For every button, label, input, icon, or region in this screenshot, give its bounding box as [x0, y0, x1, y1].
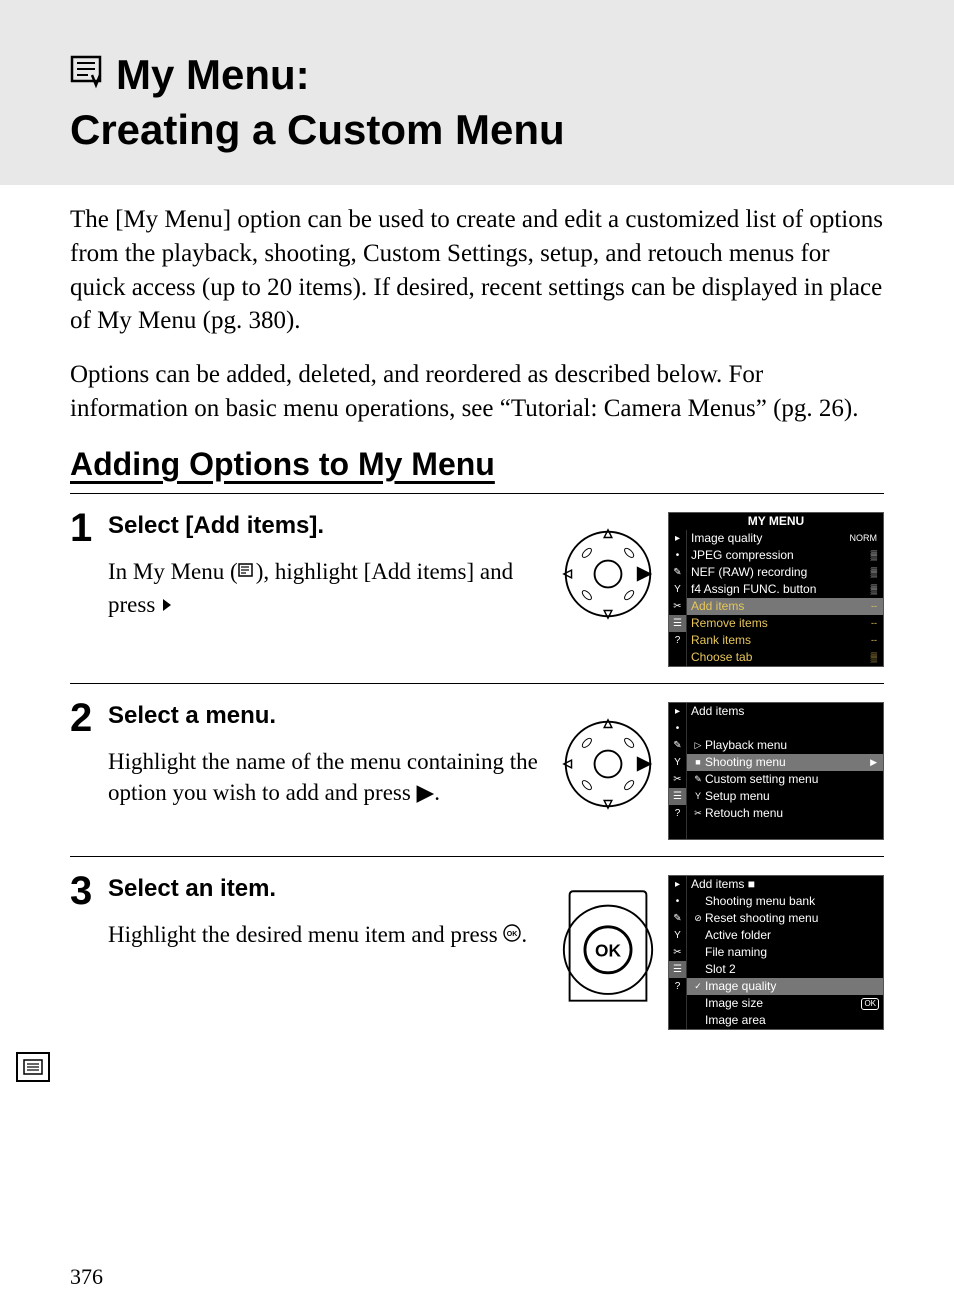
menu-row: f4 Assign FUNC. button▒: [687, 581, 883, 598]
step-title: Select [Add items].: [108, 512, 550, 540]
svg-text:OK: OK: [507, 931, 518, 938]
menu-row: [687, 720, 883, 737]
menu-row: ✂Retouch menu: [687, 805, 883, 822]
my-menu-small-icon: [238, 556, 256, 587]
menu-row: Image area: [687, 1012, 883, 1029]
menu-row: File naming: [687, 944, 883, 961]
menu-row: ✎Custom setting menu: [687, 771, 883, 788]
step-description: Highlight the desired menu item and pres…: [108, 919, 550, 952]
title-line2: Creating a Custom Menu: [70, 106, 565, 153]
menu-row-selected: ■Shooting menu▶: [687, 754, 883, 771]
menu-row: [687, 822, 883, 839]
step-1: 1 Select [Add items]. In My Menu (), hig…: [70, 493, 884, 684]
screen-header: MY MENU: [669, 513, 883, 531]
menu-row: ⊘Reset shooting menu: [687, 910, 883, 927]
menu-row: Remove items--: [687, 615, 883, 632]
step-3: 3 Select an item. Highlight the desired …: [70, 856, 884, 1046]
steps-list: 1 Select [Add items]. In My Menu (), hig…: [70, 493, 884, 1047]
intro-paragraph-1: The [My Menu] option can be used to crea…: [70, 203, 884, 338]
menu-row: Image sizeOK: [687, 995, 883, 1012]
ok-button-icon: OK: [560, 885, 656, 1005]
step-number: 1: [70, 508, 108, 548]
menu-row-selected: Add items--: [687, 598, 883, 615]
menu-row: Active folder: [687, 927, 883, 944]
my-menu-icon: [70, 50, 108, 105]
menu-row: NEF (RAW) recording▒: [687, 564, 883, 581]
step-title: Select a menu.: [108, 702, 550, 730]
camera-screen-3: ▸•✎Y✂☰? Add items ■ Shooting menu bank ⊘…: [668, 875, 884, 1030]
section-heading: Adding Options to My Menu: [70, 446, 884, 483]
screen-header: Add items ■: [687, 876, 883, 893]
page-title: My Menu: Creating a Custom Menu: [70, 48, 884, 157]
menu-row: YSetup menu: [687, 788, 883, 805]
screen-rows: Add items ■ Shooting menu bank ⊘Reset sh…: [687, 876, 883, 1029]
menu-row: ▷Playback menu: [687, 737, 883, 754]
dpad-right-icon: [560, 716, 656, 812]
menu-row: Image qualityNORM: [687, 530, 883, 547]
page-number: 376: [70, 1264, 103, 1290]
camera-screen-1: MY MENU ▸•✎Y✂☰? Image qualityNORM JPEG c…: [668, 512, 884, 668]
step-description: Highlight the name of the menu containin…: [108, 746, 550, 808]
menu-row: Slot 2: [687, 961, 883, 978]
menu-row: Choose tab▒: [687, 649, 883, 666]
menu-row: Shooting menu bank: [687, 893, 883, 910]
right-arrow-icon: [161, 589, 173, 620]
step-2: 2 Select a menu. Highlight the name of t…: [70, 683, 884, 856]
title-line1: My Menu:: [116, 51, 310, 98]
step-number: 2: [70, 698, 108, 738]
screen-sidebar: ▸•✎Y✂☰?: [669, 703, 687, 839]
page-content: The [My Menu] option can be used to crea…: [0, 185, 954, 1046]
page-header: My Menu: Creating a Custom Menu: [0, 0, 954, 185]
dpad-right-icon: [560, 526, 656, 622]
menu-row: Rank items--: [687, 632, 883, 649]
screen-sidebar: ▸•✎Y✂☰?: [669, 530, 687, 666]
screen-rows: Image qualityNORM JPEG compression▒ NEF …: [687, 530, 883, 666]
camera-screen-2: ▸•✎Y✂☰? Add items ▷Playback menu ■Shooti…: [668, 702, 884, 840]
step-title: Select an item.: [108, 875, 550, 903]
screen-rows: Add items ▷Playback menu ■Shooting menu▶…: [687, 703, 883, 839]
svg-text:OK: OK: [595, 941, 621, 961]
menu-row: JPEG compression▒: [687, 547, 883, 564]
step-number: 3: [70, 871, 108, 911]
screen-header: Add items: [687, 703, 883, 720]
menu-row-selected: ✓Image quality: [687, 978, 883, 995]
margin-tab-icon: [16, 1052, 50, 1082]
step-description: In My Menu (), highlight [Add items] and…: [108, 556, 550, 622]
ok-small-icon: OK: [503, 919, 521, 950]
intro-paragraph-2: Options can be added, deleted, and reord…: [70, 358, 884, 426]
screen-sidebar: ▸•✎Y✂☰?: [669, 876, 687, 1029]
